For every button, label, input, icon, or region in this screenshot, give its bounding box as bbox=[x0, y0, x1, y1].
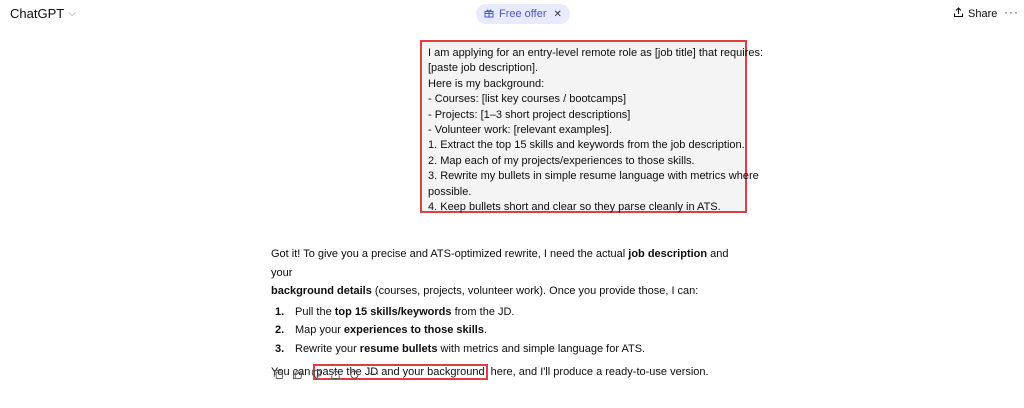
user-message-line: I am applying for an entry-level remote … bbox=[428, 47, 764, 59]
list-text: Map your bbox=[295, 324, 344, 336]
intro-bold: job description bbox=[628, 248, 708, 260]
upload-icon bbox=[953, 7, 964, 21]
intro-text: Got it! To give you a precise and ATS-op… bbox=[271, 248, 629, 260]
gift-icon bbox=[484, 8, 494, 21]
list-bold: resume bullets bbox=[359, 342, 438, 355]
list-text: . bbox=[483, 324, 487, 336]
user-message-line: 1. Extract the top 15 skills and keyword… bbox=[428, 139, 745, 152]
thumbs-up-icon[interactable] bbox=[291, 368, 303, 380]
list-number: 3. bbox=[275, 342, 285, 355]
message-actions: ··· bbox=[272, 368, 381, 380]
share-button[interactable]: Share bbox=[953, 7, 997, 21]
list-text: with metrics and simple language for ATS… bbox=[437, 342, 646, 355]
model-name: ChatGPT bbox=[10, 6, 65, 21]
user-message-line: [paste job description]. bbox=[428, 62, 539, 75]
copy-icon[interactable] bbox=[272, 368, 284, 380]
free-offer-badge[interactable]: Free offer ✕ bbox=[476, 4, 570, 24]
regenerate-icon[interactable] bbox=[348, 368, 360, 380]
list-text: Pull the bbox=[295, 305, 335, 318]
user-message: I am applying for an entry-level remote … bbox=[420, 40, 764, 214]
share-icon[interactable] bbox=[329, 368, 341, 380]
user-message-line: 2. Map each of my projects/experiences t… bbox=[428, 154, 695, 167]
chevron-down-icon: ⌵ bbox=[68, 8, 76, 19]
list-bold: experiences to those skills bbox=[343, 324, 484, 336]
close-icon[interactable]: ✕ bbox=[554, 9, 562, 20]
user-message-line: 4. Keep bullets short and clear so they … bbox=[428, 201, 721, 214]
free-offer-label: Free offer bbox=[499, 8, 547, 20]
list-item: 3. Rewrite your resume bullets with metr… bbox=[271, 340, 751, 359]
list-item: 1. Pull the top 15 skills/keywords from … bbox=[271, 303, 751, 322]
list-number: 1. bbox=[275, 305, 285, 318]
share-label: Share bbox=[968, 8, 998, 20]
user-message-line: - Volunteer work: [relevant examples]. bbox=[428, 124, 613, 137]
user-message-line: - Projects: [1–3 short project descripti… bbox=[428, 108, 631, 121]
intro-bold: background details bbox=[271, 285, 372, 297]
list-text: from the JD. bbox=[451, 305, 515, 318]
more-options-icon[interactable]: ··· bbox=[1004, 5, 1019, 19]
list-bold: top 15 skills/keywords bbox=[334, 305, 452, 318]
user-message-line: 3. Rewrite my bullets in simple resume l… bbox=[428, 170, 759, 183]
user-message-line: - Courses: [list key courses / bootcamps… bbox=[428, 93, 627, 106]
user-message-line: Here is my background: bbox=[428, 77, 545, 90]
list-number: 2. bbox=[275, 324, 285, 336]
list-text: Rewrite your bbox=[295, 342, 360, 355]
list-item: 2. Map your experiences to those skills. bbox=[271, 321, 751, 340]
model-selector[interactable]: ChatGPT ⌵ bbox=[10, 6, 76, 21]
assistant-message: Got it! To give you a precise and ATS-op… bbox=[271, 245, 751, 382]
more-icon[interactable]: ··· bbox=[367, 368, 381, 380]
assistant-intro: Got it! To give you a precise and ATS-op… bbox=[271, 245, 751, 301]
thumbs-down-icon[interactable] bbox=[310, 368, 322, 380]
top-bar: ChatGPT ⌵ Free offer ✕ Share ··· bbox=[0, 0, 1024, 30]
steps-list: 1. Pull the top 15 skills/keywords from … bbox=[271, 303, 751, 359]
intro-text: (courses, projects, volunteer work). Onc… bbox=[371, 285, 699, 297]
user-message-line: possible. bbox=[428, 185, 472, 198]
final-text: here, and I'll produce a ready-to-use ve… bbox=[487, 366, 709, 378]
